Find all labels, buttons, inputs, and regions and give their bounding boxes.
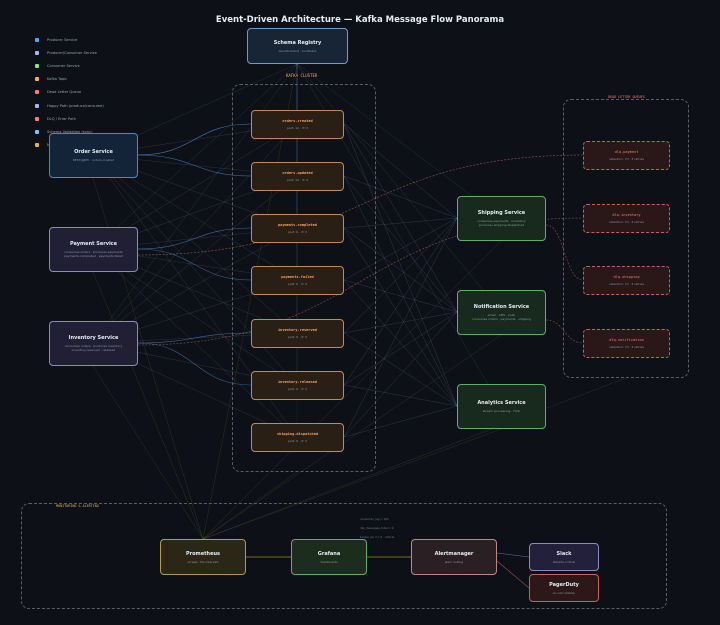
- dlq-meta: retention: 7d · 3 retries: [609, 220, 644, 224]
- node-title: PagerDuty: [549, 581, 579, 588]
- analytics-service-node[interactable]: Analytics Service stream processing · Fl…: [457, 384, 546, 429]
- legend-swatch: [35, 37, 39, 42]
- node-title: Notification Service: [473, 304, 530, 310]
- topic-meta: part: 6 · rf: 3: [288, 335, 307, 339]
- diagram-title: Event-Driven Architecture — Kafka Messag…: [215, 15, 505, 25]
- legend-label: Dead Letter Queue: [47, 90, 82, 95]
- pagerduty-node[interactable]: PagerDuty on-call rotation: [529, 574, 599, 602]
- node-title: Schema Registry: [273, 39, 322, 46]
- alert-rule-note: dlq_messages_total > 0: [360, 526, 394, 530]
- node-title: Analytics Service: [477, 400, 526, 406]
- dlq-name: dlq.payment: [614, 150, 639, 154]
- legend-swatch: [35, 50, 39, 55]
- kafka-cluster-label: KAFKA CLUSTER: [284, 73, 320, 78]
- dlq-meta: retention: 7d · 3 retries: [609, 345, 644, 349]
- node-title: Inventory Service: [68, 335, 119, 341]
- legend-label: Happy Path (produce/consume): [47, 103, 104, 108]
- topic-payments-failed[interactable]: payments.failed part: 6 · rf: 3: [251, 266, 344, 295]
- topic-name: shipping.dispatched: [276, 432, 319, 436]
- legend-label: Producer/Consumer Service: [47, 50, 97, 55]
- dlq-meta: retention: 7d · 3 retries: [609, 282, 644, 286]
- dlq-inventory[interactable]: dlq.inventory retention: 7d · 3 retries: [583, 204, 670, 233]
- legend-item-consumer: Consumer Service: [35, 59, 104, 72]
- legend-item-dlq: Dead Letter Queue: [35, 86, 104, 99]
- node-subtitle: REST/gRPC · orders.created: [72, 158, 115, 162]
- legend-label: Consumer Service: [47, 63, 80, 68]
- node-subtitle: consumes orders · produces payments paym…: [64, 250, 123, 258]
- node-subtitle: consumes payments · inventory produces s…: [477, 219, 526, 227]
- topic-meta: part: 6 · rf: 3: [288, 282, 307, 286]
- node-subtitle: dashboards: [320, 559, 338, 564]
- alert-rule-note: consumer_lag > 10k: [360, 517, 389, 521]
- node-title: Shipping Service: [477, 210, 526, 216]
- topic-meta: part: 12 · rf: 3: [287, 178, 308, 182]
- legend-swatch: [35, 143, 39, 148]
- topic-meta: part: 12 · rf: 3: [287, 126, 308, 130]
- order-service-node[interactable]: Order Service REST/gRPC · orders.created: [49, 133, 138, 178]
- dlq-name: dlq.inventory: [612, 213, 641, 217]
- legend-swatch: [35, 90, 39, 95]
- dlq-cluster-label: DEAD LETTER QUEUES: [606, 95, 647, 99]
- dlq-meta: retention: 7d · 3 retries: [609, 157, 644, 161]
- dlq-payment[interactable]: dlq.payment retention: 7d · 3 retries: [583, 141, 670, 170]
- topic-shipping-dispatched[interactable]: shipping.dispatched part: 6 · rf: 3: [251, 423, 344, 452]
- node-subtitle: consumes orders · produces inventory inv…: [64, 344, 123, 352]
- node-subtitle: #alerts-critical: [552, 559, 576, 564]
- topic-name: payments.failed: [281, 275, 314, 279]
- legend-item-happy-path: Happy Path (produce/consume): [35, 99, 104, 112]
- schema-registry-node[interactable]: Schema Registry Avro/Protobuf · Confluen…: [247, 28, 348, 64]
- node-title: Payment Service: [69, 241, 118, 247]
- topic-name: payments.completed: [278, 223, 317, 227]
- dlq-notification[interactable]: dlq.notification retention: 7d · 3 retri…: [583, 329, 670, 358]
- legend-label: Kafka Topic: [47, 77, 68, 82]
- legend-label: DLQ / Error Path: [47, 116, 76, 121]
- topic-meta: part: 6 · rf: 3: [288, 230, 307, 234]
- shipping-service-node[interactable]: Shipping Service consumes payments · inv…: [457, 196, 546, 241]
- node-title: Slack: [556, 550, 572, 557]
- node-subtitle: on-call rotation: [552, 590, 576, 595]
- topic-inventory-reserved[interactable]: inventory.reserved part: 6 · rf: 3: [251, 319, 344, 348]
- legend-item-topic: Kafka Topic: [35, 73, 104, 86]
- node-title: Alertmanager: [434, 550, 474, 557]
- topic-meta: part: 6 · rf: 3: [288, 387, 307, 391]
- payment-service-node[interactable]: Payment Service consumes orders · produc…: [49, 227, 138, 272]
- node-title: Order Service: [74, 149, 113, 155]
- topic-name: inventory.released: [278, 380, 317, 384]
- legend-swatch: [35, 129, 39, 134]
- node-subtitle: stream processing · Flink: [482, 409, 521, 413]
- dlq-name: dlq.notification: [609, 338, 644, 342]
- prometheus-node[interactable]: Prometheus scrape: 15s intervals: [160, 539, 246, 575]
- topic-orders-updated[interactable]: orders.updated part: 12 · rf: 3: [251, 162, 344, 191]
- alertmanager-node[interactable]: Alertmanager alert routing: [411, 539, 497, 575]
- grafana-node[interactable]: Grafana dashboards: [291, 539, 367, 575]
- topic-meta: part: 6 · rf: 3: [288, 439, 307, 443]
- alert-rule-note: broker_up == 0 · critical: [360, 535, 395, 539]
- topic-payments-completed[interactable]: payments.completed part: 6 · rf: 3: [251, 214, 344, 243]
- legend-swatch: [35, 63, 39, 68]
- legend-item-producer: Producer Service: [35, 33, 104, 46]
- node-title: Prometheus: [185, 550, 221, 557]
- legend-swatch: [35, 103, 39, 108]
- legend-item-prodcons: Producer/Consumer Service: [35, 46, 104, 59]
- legend-label: Producer Service: [47, 37, 78, 42]
- inventory-service-node[interactable]: Inventory Service consumes orders · prod…: [49, 321, 138, 366]
- dlq-shipping[interactable]: dlq.shipping retention: 7d · 3 retries: [583, 266, 670, 295]
- topic-orders-created[interactable]: orders.created part: 12 · rf: 3: [251, 110, 344, 139]
- legend-swatch: [35, 77, 39, 82]
- node-subtitle: alert routing: [444, 559, 464, 564]
- legend-swatch: [35, 116, 39, 121]
- topic-name: inventory.reserved: [278, 328, 317, 332]
- node-subtitle: Avro/Protobuf · Confluent: [278, 48, 317, 53]
- node-title: Grafana: [317, 550, 341, 557]
- node-subtitle: scrape: 15s intervals: [187, 559, 219, 564]
- node-subtitle: email · SMS · push consumes orders · pay…: [471, 313, 532, 321]
- monitoring-cluster-label: MONITORING & ALERTING: [54, 504, 101, 508]
- dlq-name: dlq.shipping: [613, 275, 640, 279]
- notification-service-node[interactable]: Notification Service email · SMS · push …: [457, 290, 546, 335]
- topic-inventory-released[interactable]: inventory.released part: 6 · rf: 3: [251, 371, 344, 400]
- legend-item-error-path: DLQ / Error Path: [35, 112, 104, 125]
- topic-name: orders.updated: [282, 171, 313, 175]
- topic-name: orders.created: [282, 119, 313, 123]
- slack-node[interactable]: Slack #alerts-critical: [529, 543, 599, 571]
